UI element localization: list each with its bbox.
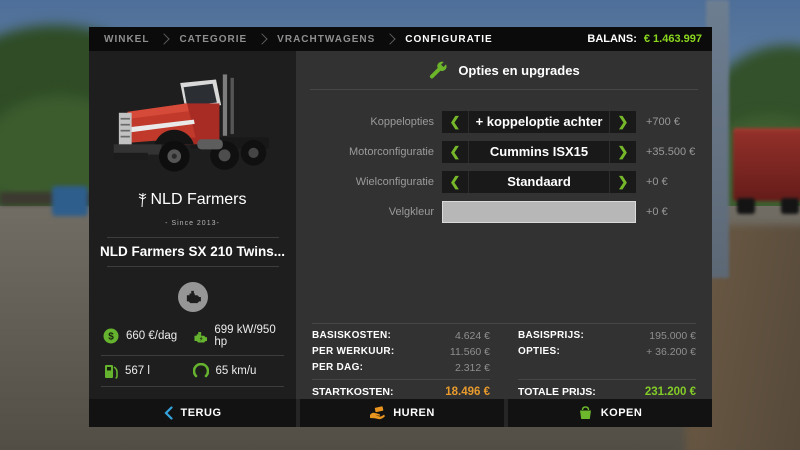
rent-button[interactable]: HUREN xyxy=(300,399,504,427)
money-icon: $ xyxy=(103,328,119,344)
chevron-right-icon xyxy=(257,33,268,44)
vehicle-title: NLD Farmers SX 210 Twins... xyxy=(100,244,285,259)
wrench-icon xyxy=(428,60,448,80)
wheat-icon xyxy=(138,192,147,208)
wielconfiguratie-selector[interactable]: ❮ Standaard ❯ xyxy=(442,171,636,193)
divider xyxy=(312,323,696,324)
svg-text:$: $ xyxy=(108,332,114,343)
option-price: +0 € xyxy=(646,176,668,188)
koppelopties-selector[interactable]: ❮ + koppeloptie achter ❯ xyxy=(442,111,636,133)
cost-value: 195.000 € xyxy=(649,328,696,344)
power-stat: 699 kW/950 hp xyxy=(193,324,283,348)
purchase-costs: BASISPRIJS: 195.000 € OPTIES: + 36.200 € T… xyxy=(518,328,696,398)
max-speed-stat: 65 km/u xyxy=(193,363,283,379)
cost-label: PER DAG: xyxy=(312,360,363,376)
config-title: Opties en upgrades xyxy=(458,63,579,78)
configuration-panel: Opties en upgrades Koppelopties ❮ + kopp… xyxy=(296,51,712,399)
option-label: Wielconfiguratie xyxy=(312,176,434,188)
fuel-icon xyxy=(103,363,118,379)
prev-option-icon[interactable]: ❮ xyxy=(442,111,468,133)
chevron-right-icon xyxy=(159,33,170,44)
selected-option: Standaard xyxy=(468,171,610,193)
cost-value: 2.312 € xyxy=(455,360,490,376)
maintenance-cost-stat: $ 660 €/dag xyxy=(103,324,193,348)
option-label: Velgkleur xyxy=(312,206,434,218)
startkosten-total: STARTKOSTEN: 18.496 € xyxy=(312,379,490,398)
rent-hand-icon xyxy=(369,406,385,420)
cost-label: PER WERKUUR: xyxy=(312,344,395,360)
buy-button[interactable]: KOPEN xyxy=(508,399,712,427)
selected-option: + koppeloptie achter xyxy=(468,111,610,133)
cost-label: BASISKOSTEN: xyxy=(312,328,391,344)
speed-icon xyxy=(193,363,209,379)
shopping-basket-icon xyxy=(578,406,593,420)
red-trailer xyxy=(733,128,800,214)
breadcrumb-item-categorie[interactable]: CATEGORIE xyxy=(179,34,247,45)
balance-value: € 1.463.997 xyxy=(644,33,702,45)
velgkleur-color-swatch[interactable] xyxy=(442,201,636,223)
next-option-icon[interactable]: ❯ xyxy=(610,141,636,163)
option-price: +0 € xyxy=(646,206,668,218)
cost-value: 11.560 € xyxy=(450,344,490,360)
balance-label: BALANS: xyxy=(587,33,637,45)
vehicle-panel: NLD Farmers - Since 2013- NLD Farmers SX… xyxy=(89,51,296,399)
chevron-right-icon xyxy=(385,33,396,44)
cost-value: 4.624 € xyxy=(455,328,490,344)
option-row-velgkleur: Velgkleur +0 € xyxy=(312,201,712,223)
breadcrumb: WINKEL CATEGORIE VRACHTWAGENS CONFIGURAT… xyxy=(89,27,712,51)
next-option-icon[interactable]: ❯ xyxy=(610,171,636,193)
blue-implement xyxy=(52,186,88,216)
engine-badge-icon xyxy=(184,290,202,304)
running-costs: BASISKOSTEN: 4.624 € PER WERKUUR: 11.560 €… xyxy=(312,328,490,398)
breadcrumb-item-vrachtwagens[interactable]: VRACHTWAGENS xyxy=(277,34,375,45)
option-label: Koppelopties xyxy=(312,116,434,128)
shop-configuration-screen: WINKEL CATEGORIE VRACHTWAGENS CONFIGURAT… xyxy=(0,0,800,450)
startkosten-value: 18.496 € xyxy=(445,386,490,398)
back-button[interactable]: TERUG xyxy=(89,399,296,427)
motorconfiguratie-selector[interactable]: ❮ Cummins ISX15 ❯ xyxy=(442,141,636,163)
prev-option-icon[interactable]: ❮ xyxy=(442,171,468,193)
selected-option: Cummins ISX15 xyxy=(468,141,610,163)
config-header: Opties en upgrades xyxy=(310,51,698,90)
truck-image xyxy=(95,57,291,189)
totale-prijs-total: TOTALE PRIJS: 231.200 € xyxy=(518,379,696,398)
divider xyxy=(107,266,279,267)
cost-label: OPTIES: xyxy=(518,344,560,360)
brand-badge xyxy=(178,282,208,312)
option-row-motorconfiguratie: Motorconfiguratie ❮ Cummins ISX15 ❯ +35.… xyxy=(312,141,712,163)
brand-logo: NLD Farmers - Since 2013- xyxy=(138,191,246,230)
breadcrumb-item-configuratie[interactable]: CONFIGURATIE xyxy=(405,34,492,45)
engine-icon xyxy=(193,329,208,344)
option-row-koppelopties: Koppelopties ❮ + koppeloptie achter ❯ +7… xyxy=(312,111,712,133)
next-option-icon[interactable]: ❯ xyxy=(610,111,636,133)
chevron-left-icon xyxy=(164,406,173,420)
brand-slogan: - Since 2013- xyxy=(165,220,220,227)
cost-value: + 36.200 € xyxy=(646,344,696,360)
option-rows: Koppelopties ❮ + koppeloptie achter ❯ +7… xyxy=(312,111,712,223)
cost-summary: BASISKOSTEN: 4.624 € PER WERKUUR: 11.560 €… xyxy=(312,328,696,398)
vehicle-stats: $ 660 €/dag 699 kW/950 hp xyxy=(101,317,284,387)
option-row-wielconfiguratie: Wielconfiguratie ❮ Standaard ❯ +0 € xyxy=(312,171,712,193)
prev-option-icon[interactable]: ❮ xyxy=(442,141,468,163)
breadcrumb-item-winkel[interactable]: WINKEL xyxy=(104,34,149,45)
balance: BALANS: € 1.463.997 xyxy=(587,33,712,45)
divider xyxy=(107,237,279,238)
cost-label: BASISPRIJS: xyxy=(518,328,584,344)
option-price: +35.500 € xyxy=(646,146,695,158)
option-price: +700 € xyxy=(646,116,680,128)
totale-prijs-value: 231.200 € xyxy=(645,386,696,398)
fuel-capacity-stat: 567 l xyxy=(103,363,193,379)
brand-name: NLD Farmers xyxy=(138,191,246,209)
option-label: Motorconfiguratie xyxy=(312,146,434,158)
main-panel: NLD Farmers - Since 2013- NLD Farmers SX… xyxy=(89,51,712,399)
